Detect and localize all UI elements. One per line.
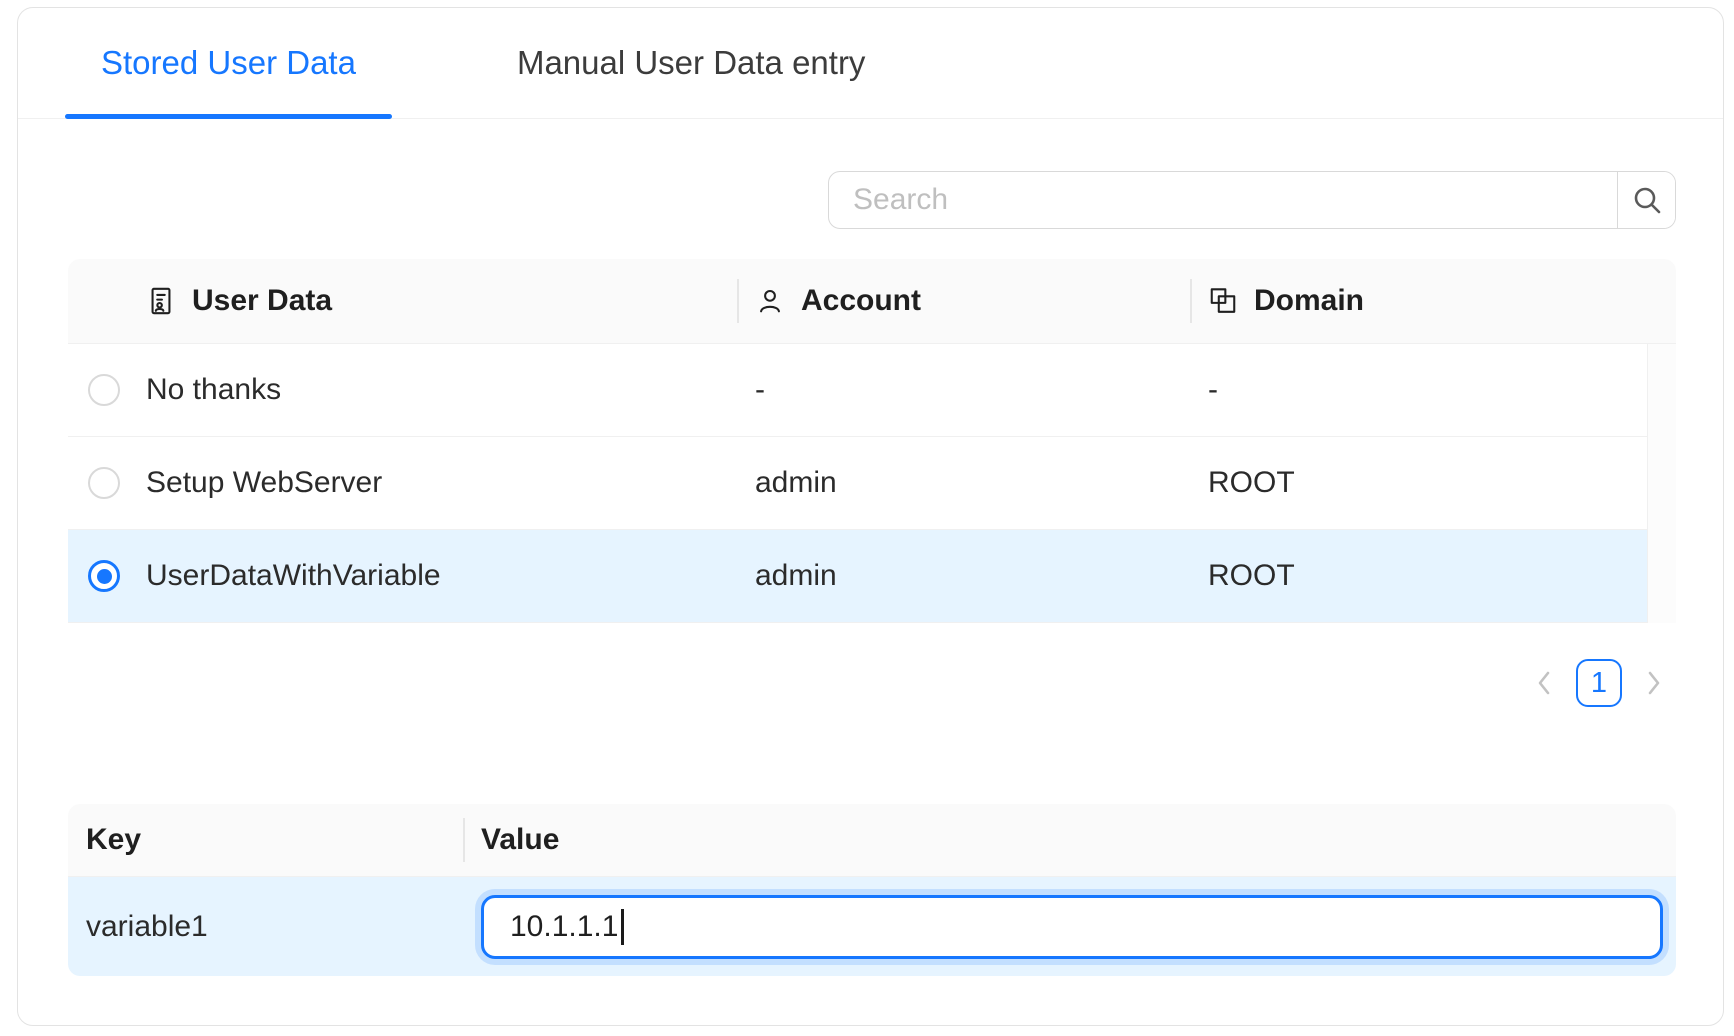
column-header-domain: Domain (1190, 259, 1676, 343)
pagination-page-1[interactable]: 1 (1576, 659, 1622, 707)
variable-row: variable1 10.1.1.1 (68, 877, 1676, 976)
cell-account: - (737, 344, 1190, 436)
variables-table: Key Value variable1 10.1.1.1 (68, 804, 1676, 976)
table-header: User Data Account (68, 259, 1676, 344)
user-data-document-icon (146, 286, 176, 316)
cell-user-data: Setup WebServer (146, 437, 737, 529)
tab-stored-user-data[interactable]: Stored User Data (65, 8, 392, 118)
cell-user-data: UserDataWithVariable (146, 530, 737, 622)
search-input[interactable] (829, 172, 1617, 228)
table-row-setup-webserver[interactable]: Setup WebServer admin ROOT (68, 437, 1647, 530)
cell-domain: ROOT (1190, 437, 1647, 529)
tab-bar: Stored User Data Manual User Data entry (18, 8, 1723, 119)
table-row-no-thanks[interactable]: No thanks - - (68, 344, 1647, 437)
cell-domain: - (1190, 344, 1647, 436)
tab-label: Manual User Data entry (517, 44, 865, 82)
column-label: User Data (192, 284, 332, 318)
search-box (828, 171, 1676, 229)
text-cursor (621, 909, 624, 945)
variables-table-header: Key Value (68, 804, 1676, 877)
pagination-next-icon[interactable] (1638, 659, 1670, 707)
column-header-key: Key (68, 804, 463, 876)
search-button[interactable] (1617, 172, 1675, 228)
table-body: No thanks - - Setup WebServer admin ROOT (68, 344, 1676, 623)
cell-user-data: No thanks (146, 344, 737, 436)
column-header-account: Account (737, 259, 1190, 343)
tab-label: Stored User Data (101, 44, 356, 82)
tab-content: User Data Account (18, 171, 1723, 976)
column-header-value: Value (463, 804, 1676, 876)
radio-cell (68, 344, 146, 436)
pagination-prev-icon[interactable] (1528, 659, 1560, 707)
pagination: 1 (68, 659, 1676, 707)
variable-value-input[interactable]: 10.1.1.1 (481, 895, 1663, 959)
radio-setup-webserver[interactable] (88, 467, 120, 499)
radio-userdatawithvariable[interactable] (88, 560, 120, 592)
table-scrollbar-track[interactable] (1647, 344, 1676, 623)
column-label: Account (801, 284, 921, 318)
search-icon (1630, 183, 1664, 217)
account-person-icon (755, 286, 785, 316)
domain-blocks-icon (1208, 286, 1238, 316)
search-row (68, 171, 1676, 229)
cell-variable-value: 10.1.1.1 (463, 877, 1676, 976)
user-data-table: User Data Account (68, 259, 1676, 623)
variable-value-text: 10.1.1.1 (510, 910, 618, 944)
cell-account: admin (737, 437, 1190, 529)
selection-column-header (68, 259, 146, 343)
radio-no-thanks[interactable] (88, 374, 120, 406)
radio-cell (68, 437, 146, 529)
cell-account: admin (737, 530, 1190, 622)
cell-variable-key: variable1 (68, 877, 463, 976)
panel-card: Stored User Data Manual User Data entry (17, 7, 1724, 1026)
radio-cell (68, 530, 146, 622)
column-label: Domain (1254, 284, 1364, 318)
table-row-userdatawithvariable[interactable]: UserDataWithVariable admin ROOT (68, 530, 1647, 623)
cell-domain: ROOT (1190, 530, 1647, 622)
column-header-user-data: User Data (146, 259, 737, 343)
tab-manual-user-data-entry[interactable]: Manual User Data entry (481, 8, 901, 118)
